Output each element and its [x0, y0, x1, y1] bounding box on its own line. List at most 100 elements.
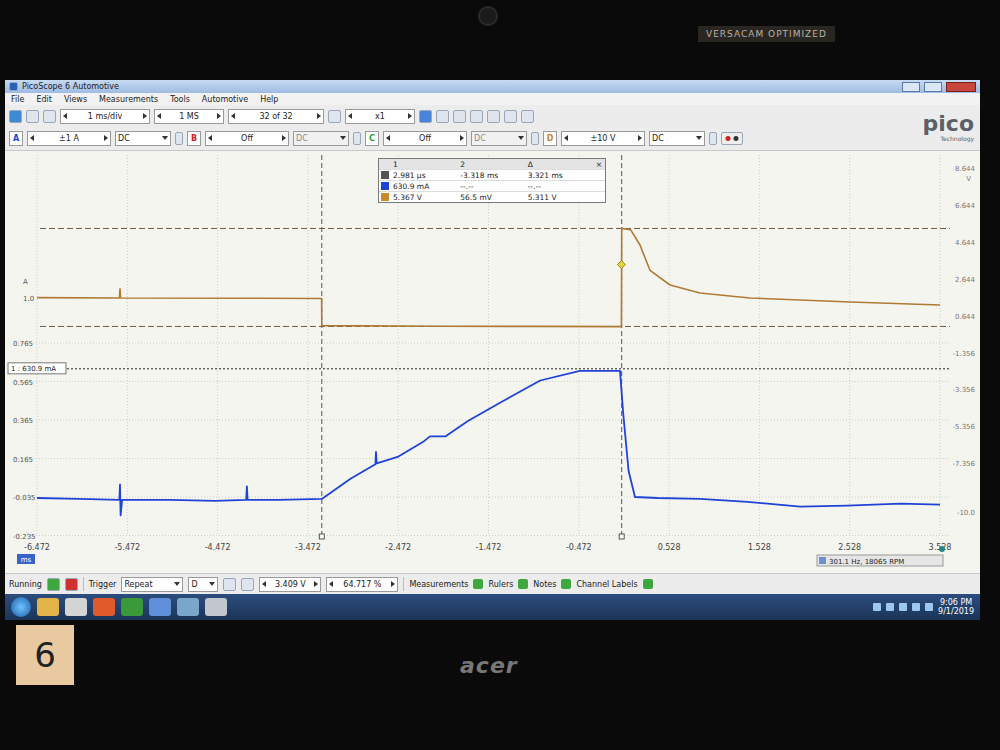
right-arrow-icon[interactable]: [217, 113, 221, 119]
menu-item[interactable]: File: [11, 95, 24, 104]
menu-item[interactable]: Views: [64, 95, 87, 104]
toolbar-button[interactable]: Notes: [533, 580, 556, 589]
hand-icon[interactable]: [436, 110, 449, 123]
range-control[interactable]: Off: [205, 131, 289, 146]
tray-icon[interactable]: [925, 603, 933, 611]
scope-plot[interactable]: -6.472-5.472-4.472-3.472-2.472-1.472-0.4…: [5, 151, 980, 574]
toolbar-button[interactable]: Channel Labels: [576, 580, 637, 589]
left-arrow-icon[interactable]: [63, 113, 67, 119]
scope-mode-icon[interactable]: [9, 110, 22, 123]
dropdown-arrow-icon[interactable]: [174, 582, 180, 586]
trigger-level[interactable]: 3.409 V: [259, 577, 321, 592]
app-icon[interactable]: [121, 598, 143, 616]
app-icon[interactable]: [177, 598, 199, 616]
app-icon[interactable]: [93, 598, 115, 616]
right-arrow-icon[interactable]: [104, 135, 108, 141]
timebase-control[interactable]: 1 ms/div: [60, 109, 150, 124]
right-arrow-icon[interactable]: [391, 581, 395, 587]
falling-edge-icon[interactable]: [241, 578, 254, 591]
right-arrow-icon[interactable]: [460, 135, 464, 141]
ruler-handle[interactable]: [619, 534, 624, 539]
zoom-area-icon[interactable]: [487, 110, 500, 123]
buffer-control[interactable]: 32 of 32: [228, 109, 324, 124]
menu-item[interactable]: Automotive: [202, 95, 248, 104]
dropdown-arrow-icon[interactable]: [518, 136, 524, 140]
maximize-icon[interactable]: [924, 82, 942, 92]
home-icon[interactable]: [43, 110, 56, 123]
left-arrow-icon[interactable]: [348, 113, 352, 119]
clock[interactable]: 9:06 PM9/1/2019: [938, 598, 974, 616]
coupling-control[interactable]: DC: [115, 131, 171, 146]
zoom-out-icon[interactable]: [470, 110, 483, 123]
trigger-source[interactable]: D: [188, 577, 218, 592]
dropdown-arrow-icon[interactable]: [696, 136, 702, 140]
menu-item[interactable]: Measurements: [99, 95, 158, 104]
app-icon[interactable]: [37, 598, 59, 616]
toolbar-button[interactable]: Rulers: [488, 580, 513, 589]
navigate-icon[interactable]: [328, 110, 341, 123]
tray-icon[interactable]: [873, 603, 881, 611]
add-icon[interactable]: [473, 579, 483, 589]
toolbar-button[interactable]: Measurements: [409, 580, 468, 589]
coupling-control[interactable]: DC: [471, 131, 527, 146]
range-control[interactable]: ±1 A: [27, 131, 111, 146]
right-arrow-icon[interactable]: [314, 581, 318, 587]
close-icon[interactable]: [946, 82, 976, 92]
left-arrow-icon[interactable]: [564, 135, 568, 141]
zoom-control[interactable]: x1: [345, 109, 415, 124]
app-icon[interactable]: [149, 598, 171, 616]
left-arrow-icon[interactable]: [208, 135, 212, 141]
samples-control[interactable]: 1 MS: [154, 109, 224, 124]
range-control[interactable]: ±10 V: [561, 131, 645, 146]
coupling-control[interactable]: DC: [293, 131, 349, 146]
start-icon[interactable]: [11, 597, 31, 617]
channel-options-icon[interactable]: [531, 132, 539, 145]
left-arrow-icon[interactable]: [231, 113, 235, 119]
app-icon[interactable]: [205, 598, 227, 616]
channel-options-icon[interactable]: [175, 132, 183, 145]
channel-options-icon[interactable]: [353, 132, 361, 145]
left-arrow-icon[interactable]: [262, 581, 266, 587]
separator: [83, 577, 84, 591]
app-icon[interactable]: [65, 598, 87, 616]
coupling-control[interactable]: DC: [649, 131, 705, 146]
ruler-handle[interactable]: [319, 534, 324, 539]
minimize-icon[interactable]: [902, 82, 920, 92]
left-arrow-icon[interactable]: [30, 135, 34, 141]
range-control[interactable]: Off: [383, 131, 467, 146]
menu-item[interactable]: Edit: [36, 95, 52, 104]
left-arrow-icon[interactable]: [157, 113, 161, 119]
tray-icon[interactable]: [886, 603, 894, 611]
tray-icon[interactable]: [899, 603, 907, 611]
play-icon[interactable]: [47, 578, 60, 591]
dropdown-arrow-icon[interactable]: [340, 136, 346, 140]
tray-icon[interactable]: [912, 603, 920, 611]
right-arrow-icon[interactable]: [408, 113, 412, 119]
dropdown-arrow-icon[interactable]: [209, 582, 215, 586]
channel-options-icon[interactable]: [709, 132, 717, 145]
close-button[interactable]: ×: [593, 160, 605, 169]
settings-icon[interactable]: [26, 110, 39, 123]
right-arrow-icon[interactable]: [317, 113, 321, 119]
add-icon[interactable]: [561, 579, 571, 589]
add-icon[interactable]: [518, 579, 528, 589]
left-arrow-icon[interactable]: [329, 581, 333, 587]
rising-edge-icon[interactable]: [223, 578, 236, 591]
left-arrow-icon[interactable]: [386, 135, 390, 141]
dropdown-arrow-icon[interactable]: [162, 136, 168, 140]
channel-colors-icon[interactable]: [721, 132, 743, 145]
pretrigger[interactable]: 64.717 %: [326, 577, 398, 592]
zoom-fit-icon[interactable]: [521, 110, 534, 123]
trigger-mode[interactable]: Repeat: [121, 577, 183, 592]
right-arrow-icon[interactable]: [282, 135, 286, 141]
right-arrow-icon[interactable]: [638, 135, 642, 141]
undo-zoom-icon[interactable]: [504, 110, 517, 123]
add-icon[interactable]: [643, 579, 653, 589]
trigger-marker[interactable]: [617, 261, 625, 269]
menu-item[interactable]: Tools: [170, 95, 190, 104]
menu-item[interactable]: Help: [260, 95, 278, 104]
right-arrow-icon[interactable]: [143, 113, 147, 119]
select-icon[interactable]: [419, 110, 432, 123]
stop-icon[interactable]: [65, 578, 78, 591]
zoom-in-icon[interactable]: [453, 110, 466, 123]
